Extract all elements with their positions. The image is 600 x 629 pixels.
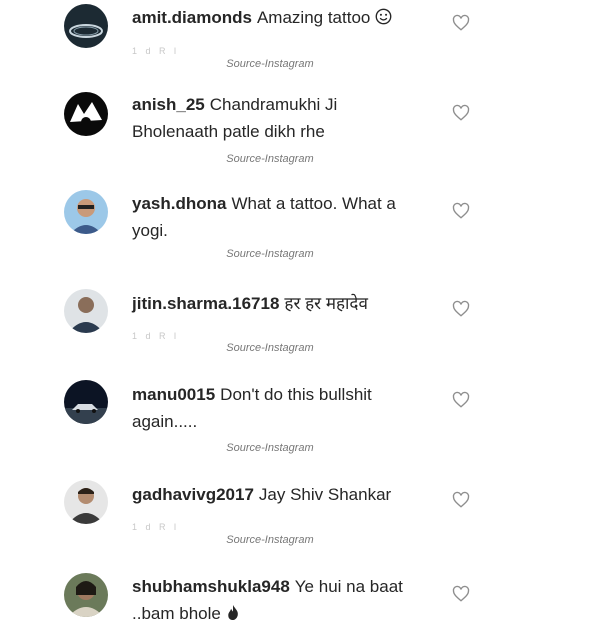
comment-text: amit.diamonds Amazing tattoo	[132, 4, 432, 33]
avatar[interactable]	[64, 190, 108, 234]
comment-body: Jay Shiv Shankar	[258, 485, 392, 504]
comment-body: Amazing tattoo	[256, 8, 371, 27]
comment-text: manu0015 Don't do this bullshit again....…	[132, 381, 422, 435]
comment-username[interactable]: anish_25	[132, 95, 205, 114]
like-heart-icon[interactable]	[452, 300, 470, 318]
comment-username[interactable]: yash.dhona	[132, 194, 226, 213]
comment-meta: 1 d R l	[132, 46, 180, 56]
source-caption: Source-Instagram	[226, 153, 314, 165]
comment-body: हर हर महादेव	[284, 294, 368, 313]
like-heart-icon[interactable]	[452, 14, 470, 32]
comment-username[interactable]: manu0015	[132, 385, 215, 404]
comment-username[interactable]: shubhamshukla948	[132, 577, 290, 596]
avatar[interactable]	[64, 480, 108, 524]
source-caption: Source-Instagram	[226, 534, 314, 546]
comment-username[interactable]: gadhavivg2017	[132, 485, 254, 504]
avatar[interactable]	[64, 4, 108, 48]
comment-text: yash.dhona What a tattoo. What a yogi.	[132, 190, 432, 244]
fire-icon	[226, 602, 240, 629]
like-heart-icon[interactable]	[452, 202, 470, 220]
like-heart-icon[interactable]	[452, 585, 470, 603]
comment-username[interactable]: amit.diamonds	[132, 8, 252, 27]
comment-text: jitin.sharma.16718 हर हर महादेव	[132, 290, 432, 317]
comment-meta: 1 d R l	[132, 522, 180, 532]
comment-text: anish_25 Chandramukhi Ji Bholenaath patle…	[132, 91, 372, 145]
smiley-face-icon	[375, 6, 392, 33]
avatar[interactable]	[64, 573, 108, 617]
comment-username[interactable]: jitin.sharma.16718	[132, 294, 279, 313]
like-heart-icon[interactable]	[452, 491, 470, 509]
avatar[interactable]	[64, 92, 108, 136]
like-heart-icon[interactable]	[452, 104, 470, 122]
avatar[interactable]	[64, 380, 108, 424]
comment-text: gadhavivg2017 Jay Shiv Shankar	[132, 481, 432, 508]
like-heart-icon[interactable]	[452, 391, 470, 409]
comment-text: shubhamshukla948 Ye hui na baat ..bam bho…	[132, 573, 442, 629]
avatar[interactable]	[64, 289, 108, 333]
source-caption: Source-Instagram	[226, 248, 314, 260]
source-caption: Source-Instagram	[226, 342, 314, 354]
comment-meta: 1 d R l	[132, 331, 180, 341]
source-caption: Source-Instagram	[226, 442, 314, 454]
source-caption: Source-Instagram	[226, 58, 314, 70]
